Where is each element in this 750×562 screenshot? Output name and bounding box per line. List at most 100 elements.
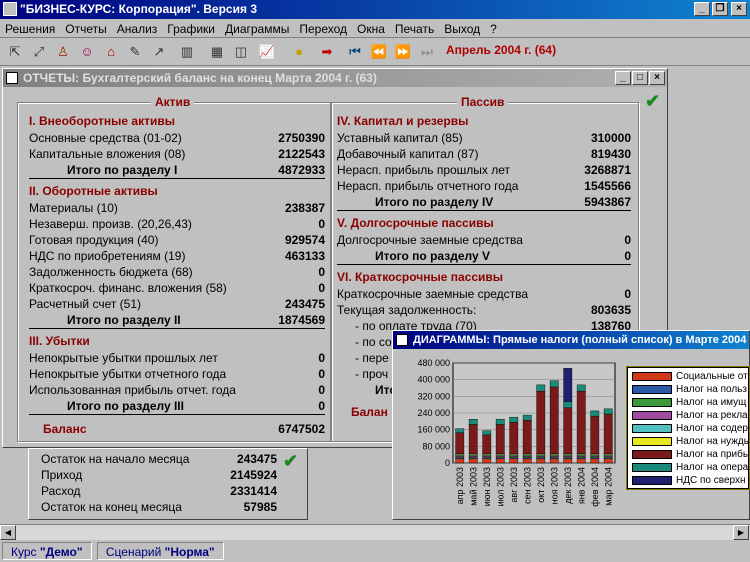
row-label: Итого по разделу I [67,163,178,177]
row-label: Итого по разделу IV [375,195,494,209]
legend-swatch [632,476,672,485]
edit-tool-icon[interactable]: ✎ [124,41,146,63]
menu-item[interactable]: Диаграммы [220,19,294,37]
report-row: Уставный капитал (85) 310000 [337,130,631,146]
row-divider [29,328,325,329]
legend-label: Налог на имущ [676,397,747,408]
staff-tool-icon[interactable]: ☺ [76,41,98,63]
course-value: "Демо" [39,545,83,559]
go-arrow-icon[interactable]: ➡ [316,41,338,63]
bar-segment [549,458,559,464]
row-label: Непокрытые убытки прошлых лет [29,351,218,365]
app-title: "БИЗНЕС-КУРС: Корпорация". Версия 3 [20,2,257,16]
row-label: Уставный капитал (85) [337,131,463,145]
bar-segment [495,424,505,454]
report-title: ОТЧЕТЫ: Бухгалтерский баланс на конец Ма… [23,71,377,85]
house-tool-icon[interactable]: ⌂ [100,41,122,63]
bar-segment [563,401,573,408]
menu-item[interactable]: ? [485,19,502,37]
legend-swatch [632,437,672,446]
menu-item[interactable]: Окна [352,19,390,37]
bar-segment [536,458,546,464]
maximize-button[interactable]: ❐ [712,2,728,16]
bar-segment [509,458,519,464]
row-label: Долгосрочные заемные средства [337,233,523,247]
report-row: Краткосроч. финанс. вложения (58) 0 [29,280,325,296]
compare-tool-icon[interactable]: ◫ [230,41,252,63]
bar-chart-tool-icon[interactable]: ▥ [176,41,198,63]
report-row: Непокрытые убытки отчетного года 0 [29,366,325,382]
chart-legend: Социальные от Налог на польз Налог на имущ… [626,366,750,490]
cash-row: Приход 2145924 [41,467,277,483]
row-label: Добавочный капитал (87) [337,147,479,161]
status-bar: Курс "Демо" Сценарий "Норма" [0,541,750,561]
row-label: - пере [355,351,389,365]
decisions-tool-icon[interactable]: ⇱ [4,41,26,63]
legend-swatch [632,463,672,472]
legend-label: Налог на рекла [676,410,748,421]
legend-label: Налог на прибы [676,449,749,460]
assets-header: Актив [151,95,195,109]
arrows-tool-icon[interactable]: ⤢ [28,41,50,63]
report-row: Капитальные вложения (08) 2122543 [29,146,325,162]
legend-swatch [632,372,672,381]
menu-item[interactable]: Отчеты [60,19,111,37]
bar-segment [468,419,478,425]
scroll-left-icon[interactable]: ◀ [0,525,16,540]
row-value: 0 [624,233,631,247]
cash-row: Остаток на начало месяца 243475 [41,451,277,467]
x-tick-label: июн 2003 [482,467,492,506]
row-divider [337,264,631,265]
scroll-right-icon[interactable]: ▶ [733,525,749,540]
row-label: Нерасп. прибыль отчетного года [337,179,519,193]
people-tool-icon[interactable]: ♙ [52,41,74,63]
bar-segment [549,386,559,454]
menu-item[interactable]: Выход [439,19,485,37]
row-value: 3268871 [584,163,631,177]
cash-ok-check-icon[interactable]: ✔ [283,451,298,472]
row-value: 4872933 [278,163,325,177]
bar-segment [522,420,532,454]
menu-item[interactable]: Решения [0,19,60,37]
table-tool-icon[interactable]: ▦ [206,41,228,63]
bar-segment [482,430,492,436]
row-value: 1874569 [278,313,325,327]
section-title: V. Долгосрочные пассивы [337,216,494,230]
legend-label: Налог на нужды [676,436,749,447]
report-maximize-button[interactable]: □ [632,71,648,85]
chart-up-tool-icon[interactable]: ↗ [148,41,170,63]
menu-item[interactable]: Анализ [112,19,163,37]
menu-item[interactable]: Печать [390,19,439,37]
report-row: Расчетный счет (51) 243475 [29,296,325,312]
prev-period-icon[interactable]: ⏪ [368,41,390,63]
row-label: Текущая задолженность: [337,303,477,317]
bar-segment [603,408,613,415]
menu-item[interactable]: Переход [294,19,352,37]
report-minimize-button[interactable]: _ [615,71,631,85]
graph-tool-icon[interactable]: 📈 [256,41,278,63]
report-row: Материалы (10) 238387 [29,200,325,216]
y-tick-label: 80 000 [422,441,450,451]
minimize-button[interactable]: _ [694,2,710,16]
menu-item[interactable]: Графики [162,19,220,37]
row-value: 929574 [284,233,325,247]
bar-segment [590,410,600,417]
coin-tool-icon[interactable]: ● [288,41,310,63]
row-value: 0 [624,287,631,301]
row-value: 0 [318,217,325,231]
close-button[interactable]: × [731,2,747,16]
section-total: Итого по разделу IV 5943867 [375,194,631,210]
bar-segment [536,390,546,454]
report-close-button[interactable]: × [649,71,665,85]
row-label: Балан [351,405,388,419]
report-row: Нерасп. прибыль прошлых лет 3268871 [337,162,631,178]
row-value: 238387 [284,201,325,215]
report-ok-check-icon[interactable]: ✔ [645,91,660,112]
y-tick-label: 0 [445,458,450,468]
horizontal-scrollbar[interactable]: ◀ ▶ [0,524,750,540]
first-period-icon[interactable]: ⏮ [344,41,366,63]
row-divider [29,178,325,179]
legend-swatch [632,385,672,394]
row-label: Готовая продукция (40) [29,233,159,247]
y-tick-label: 240 000 [417,408,450,418]
